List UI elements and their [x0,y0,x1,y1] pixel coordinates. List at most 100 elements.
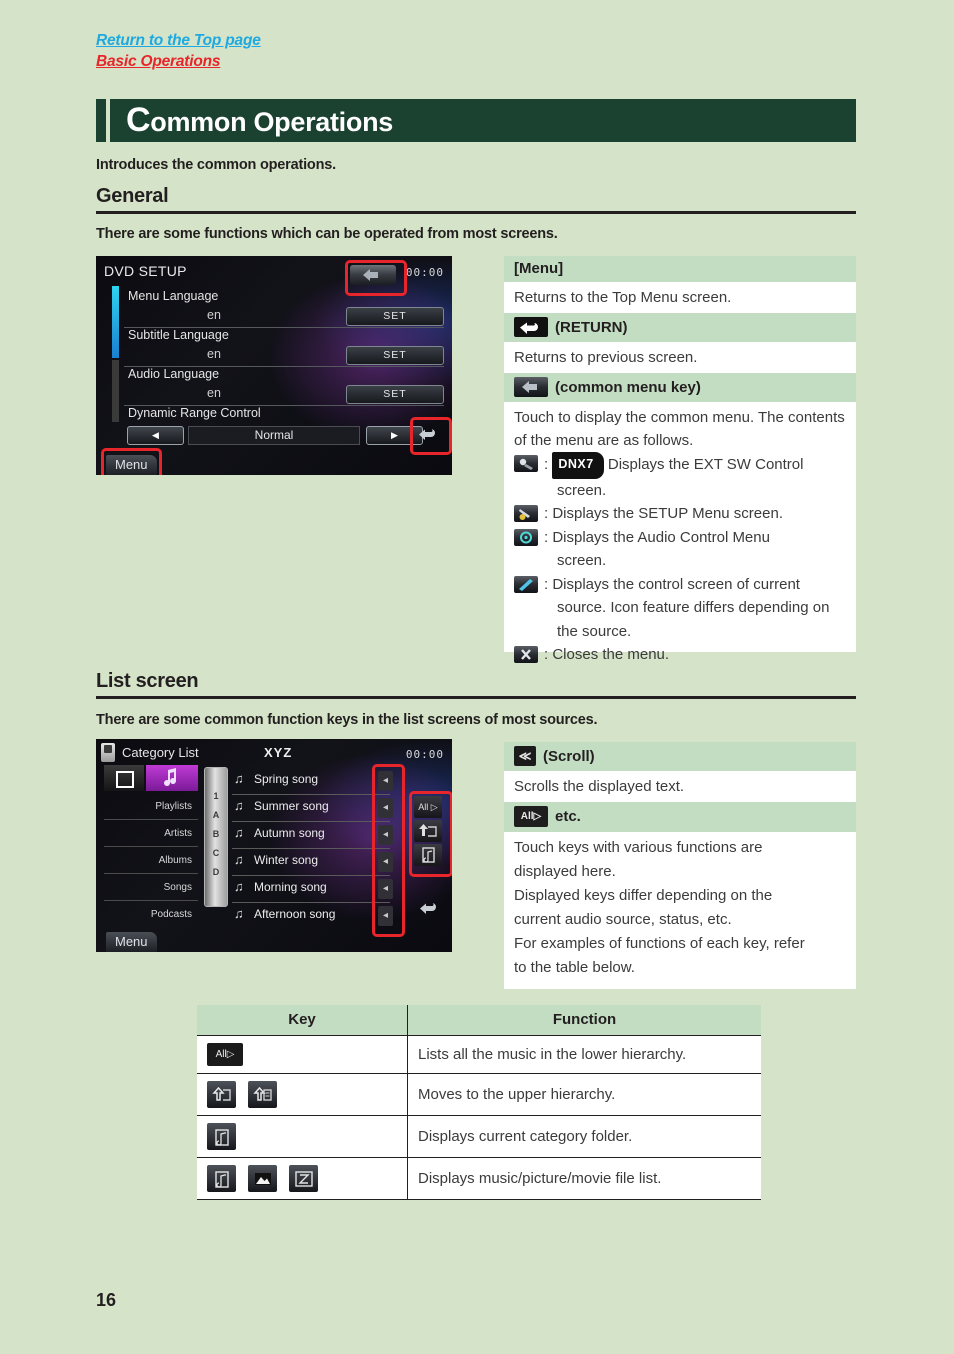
category-item-albums[interactable]: Albums [104,847,198,874]
table-cell-keys [197,1115,408,1158]
category-item-podcasts[interactable]: Podcasts [104,901,198,928]
dvd-set-button-subtitle-language[interactable]: SET [346,346,444,365]
all-key-icon: All▷ [514,806,548,827]
page-title-rest: ommon Operations [150,107,393,137]
song-row-3[interactable]: ♫ Autumn song [232,821,390,849]
source-control-icon [514,575,538,593]
panel-row-return-header: (RETURN) [504,313,856,342]
table-cell-function: Displays music/picture/movie file list. [407,1157,761,1200]
dvd-row-label: Subtitle Language [128,328,229,342]
square-icon [116,771,134,788]
bullet-ext-sw: : DNX7 Displays the EXT SW Control screen… [514,452,846,502]
list-clock: 00:00 [405,748,444,761]
setup-wrench-icon [514,505,538,522]
page-title-initial: C [126,101,151,139]
link-basic-operations[interactable]: Basic Operations [96,51,261,72]
panel-row-all-header: All▷ etc. [504,802,856,832]
ext-sw-icon-glyph [519,458,533,470]
table-header-function: Function [407,1005,761,1036]
dvd-set-button-menu-language[interactable]: SET [346,307,444,326]
dvd-row-audio-language: Audio Language [124,367,444,381]
highlight-menu-key [101,448,162,475]
tab-square-button[interactable] [104,765,144,791]
dvd-row-label: Audio Language [128,367,220,381]
up-list-glyph [248,1081,277,1108]
list-description-panel: ≪ (Scroll) Scrolls the displayed text. A… [504,742,856,989]
song-row-6[interactable]: ♫ Afternoon song [232,902,390,929]
movie-file-glyph [289,1165,318,1192]
audio-control-icon-glyph [520,531,532,543]
up-folder-svg [211,1086,231,1101]
picture-file-icon [248,1165,278,1192]
dvd-scroll-indicator-active [112,286,119,358]
list-return-key-button[interactable] [416,897,442,919]
all-body-line-6: to the table below. [514,959,635,976]
return-icon [514,317,548,337]
all-body-line-4: current audio source, status, etc. [514,911,732,928]
common-menu-key-icon-glyph [522,381,537,393]
page-number: 16 [96,1290,117,1310]
common-menu-bullet-list: : DNX7 Displays the EXT SW Control screen… [504,452,856,675]
dvd-scroll-indicator-track [112,360,119,422]
link-return-to-top-page[interactable]: Return to the Top page [96,30,261,51]
alpha-c[interactable]: C [205,844,227,863]
panel-row-menu-body: Returns to the Top Menu screen. [514,289,732,306]
drc-decrease-button[interactable]: ◀ [127,426,184,445]
panel-row-return-body: Returns to previous screen. [514,349,698,366]
dvd-set-button-audio-language[interactable]: SET [346,385,444,404]
alpha-spacer [205,768,227,787]
song-row-2[interactable]: ♫ Summer song [232,794,390,822]
alpha-d[interactable]: D [205,863,227,882]
table-row: All▷ Lists all the music in the lower hi… [197,1035,761,1074]
picture-file-svg [254,1172,271,1185]
source-control-icon-glyph [519,578,533,591]
list-menu-key-button[interactable]: Menu [106,932,157,952]
category-item-playlists[interactable]: Playlists [104,793,198,820]
song-title: Spring song [254,772,319,786]
music-note-icon: ♫ [234,852,244,867]
table-header-key: Key [197,1005,408,1036]
song-title: Morning song [254,880,327,894]
section-heading-general-label: General [96,185,169,207]
general-description-panel: [Menu] Returns to the Top Menu screen. (… [504,256,856,663]
music-note-icon [164,768,177,787]
movie-file-svg [295,1170,313,1187]
chapter-intro-text: Introduces the common operations. [96,157,336,173]
table-cell-function: Lists all the music in the lower hierarc… [407,1035,761,1074]
up-folder-glyph [207,1081,236,1108]
bullet-line-1: Displays the Audio Control Menu [552,528,770,546]
panel-key-label: [Menu] [514,260,564,277]
up-list-svg [252,1086,272,1101]
alpha-a[interactable]: A [205,806,227,825]
tab-music-button[interactable] [146,765,198,791]
panel-row-common-menu-body: Touch to display the common menu. The co… [514,409,845,449]
music-file-svg [214,1170,229,1188]
category-item-artists[interactable]: Artists [104,820,198,847]
bullet-text: : DNX7 Displays the EXT SW Control screen… [542,452,846,502]
ext-sw-icon [514,455,538,472]
song-title: Summer song [254,799,329,813]
all-body-line-3: Displayed keys differ depending on the [514,887,773,904]
table-cell-keys [197,1073,408,1116]
category-item-songs[interactable]: Songs [104,874,198,901]
dvd-setup-title: DVD SETUP [104,263,187,279]
dvd-row-value: en [207,308,221,322]
return-icon-glyph [520,322,538,334]
bullet-source: : Displays the control screen of current… [514,573,846,644]
song-row-5[interactable]: ♫ Morning song [232,875,390,903]
chapter-title-bar: Common Operations [96,99,856,142]
song-row-1[interactable]: ♫ Spring song [232,767,390,795]
table-cell-keys: All▷ [197,1035,408,1074]
highlight-scroll-keys [372,764,405,937]
dvd-clock: 00:00 [405,266,444,279]
song-row-4[interactable]: ♫ Winter song [232,848,390,876]
section-heading-list-screen-label: List screen [96,670,199,692]
bullet-text: : Closes the menu. [544,646,670,663]
bullet-line-2: source. Icon feature differs depending o… [557,599,830,640]
dvd-row-value: en [207,386,221,400]
music-note-icon: ♫ [234,879,244,894]
alpha-1[interactable]: 1 [205,787,227,806]
alphabet-scroller[interactable]: 1 A B C D [204,767,228,907]
section-heading-general: General [96,185,856,214]
alpha-b[interactable]: B [205,825,227,844]
